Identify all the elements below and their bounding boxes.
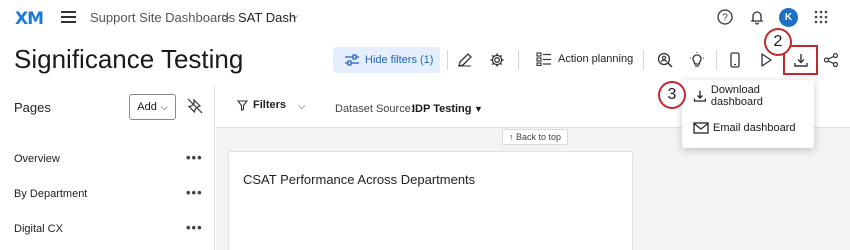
more-options-icon[interactable]: ••• xyxy=(186,220,203,235)
action-planning-button[interactable]: Action planning xyxy=(536,52,633,66)
page-item-by-department[interactable]: By Department ••• xyxy=(0,185,214,205)
lightbulb-icon[interactable] xyxy=(688,51,706,69)
action-planning-icon xyxy=(536,52,551,66)
download-icon xyxy=(693,90,707,102)
more-options-icon[interactable]: ••• xyxy=(186,150,203,165)
unpin-icon[interactable] xyxy=(186,97,204,115)
menu-item-label: Email dashboard xyxy=(713,122,796,134)
more-options-icon[interactable]: ••• xyxy=(186,185,203,200)
mobile-preview-icon[interactable] xyxy=(726,51,744,69)
filters-label: Filters xyxy=(253,99,287,111)
dataset-source-value[interactable]: IDP Testing xyxy=(412,103,472,115)
hide-filters-button[interactable]: Hide filters (1) xyxy=(333,47,440,73)
download-dashboard-item[interactable]: Download dashboard xyxy=(682,82,814,110)
add-label: Add xyxy=(137,101,157,113)
breadcrumb-current[interactable]: SAT Dash xyxy=(238,10,296,25)
toolbar-divider xyxy=(716,50,717,70)
download-icon xyxy=(793,54,808,67)
action-planning-label: Action planning xyxy=(558,53,634,65)
avatar[interactable]: K xyxy=(779,8,798,27)
email-dashboard-item[interactable]: Email dashboard xyxy=(682,114,814,142)
edit-icon[interactable] xyxy=(456,51,474,69)
apps-grid-icon[interactable] xyxy=(812,8,830,26)
share-icon[interactable] xyxy=(822,51,840,69)
step-2-badge: 2 xyxy=(764,28,792,56)
email-icon xyxy=(693,122,709,134)
chevron-down-icon[interactable]: ⌵ xyxy=(298,101,306,112)
download-menu: Download dashboard Email dashboard xyxy=(682,80,814,148)
hide-filters-label: Hide filters (1) xyxy=(365,54,434,66)
breadcrumb-parent[interactable]: Support Site Dashboards xyxy=(90,10,235,25)
toolbar-divider xyxy=(518,50,519,70)
pages-label: Pages xyxy=(14,100,51,115)
svg-text:?: ? xyxy=(722,13,728,24)
pages-sidebar: Pages Add ⌵ Overview ••• By Department •… xyxy=(0,86,215,250)
breadcrumb-separator: > xyxy=(222,10,230,25)
toolbar-divider xyxy=(447,50,448,70)
gear-icon[interactable] xyxy=(488,51,506,69)
page-item-label: Overview xyxy=(14,153,60,165)
chevron-down-icon[interactable]: ⌵ xyxy=(291,11,299,22)
step-3-badge: 3 xyxy=(658,81,686,109)
filters-button[interactable]: Filters xyxy=(237,99,286,111)
funnel-icon xyxy=(237,99,248,111)
dashboard-widget[interactable]: CSAT Performance Across Departments xyxy=(228,151,633,250)
xm-logo[interactable]: XM xyxy=(15,9,44,29)
filter-sliders-icon xyxy=(345,54,359,66)
page-item-label: By Department xyxy=(14,188,88,200)
page-title: Significance Testing xyxy=(14,44,244,74)
bell-icon[interactable] xyxy=(748,8,766,26)
person-search-icon[interactable] xyxy=(656,51,674,69)
page-item-digital-cx[interactable]: Digital CX ••• xyxy=(0,220,214,240)
help-icon[interactable]: ? xyxy=(716,8,734,26)
chevron-down-icon: ⌵ xyxy=(160,101,168,112)
toolbar-divider xyxy=(643,50,644,70)
menu-item-label: Download dashboard xyxy=(710,84,763,108)
caret-down-icon[interactable]: ▼ xyxy=(474,104,483,114)
top-bar: XM Support Site Dashboards > SAT Dash ⌵ … xyxy=(0,0,850,36)
page-item-label: Digital CX xyxy=(14,223,63,235)
back-to-top-button[interactable]: ↑ Back to top xyxy=(502,129,569,145)
dataset-source-label: Dataset Source: xyxy=(335,103,414,115)
page-item-overview[interactable]: Overview ••• xyxy=(0,150,214,170)
menu-icon[interactable] xyxy=(61,11,76,23)
add-page-button[interactable]: Add ⌵ xyxy=(129,94,176,120)
widget-title: CSAT Performance Across Departments xyxy=(243,172,476,187)
